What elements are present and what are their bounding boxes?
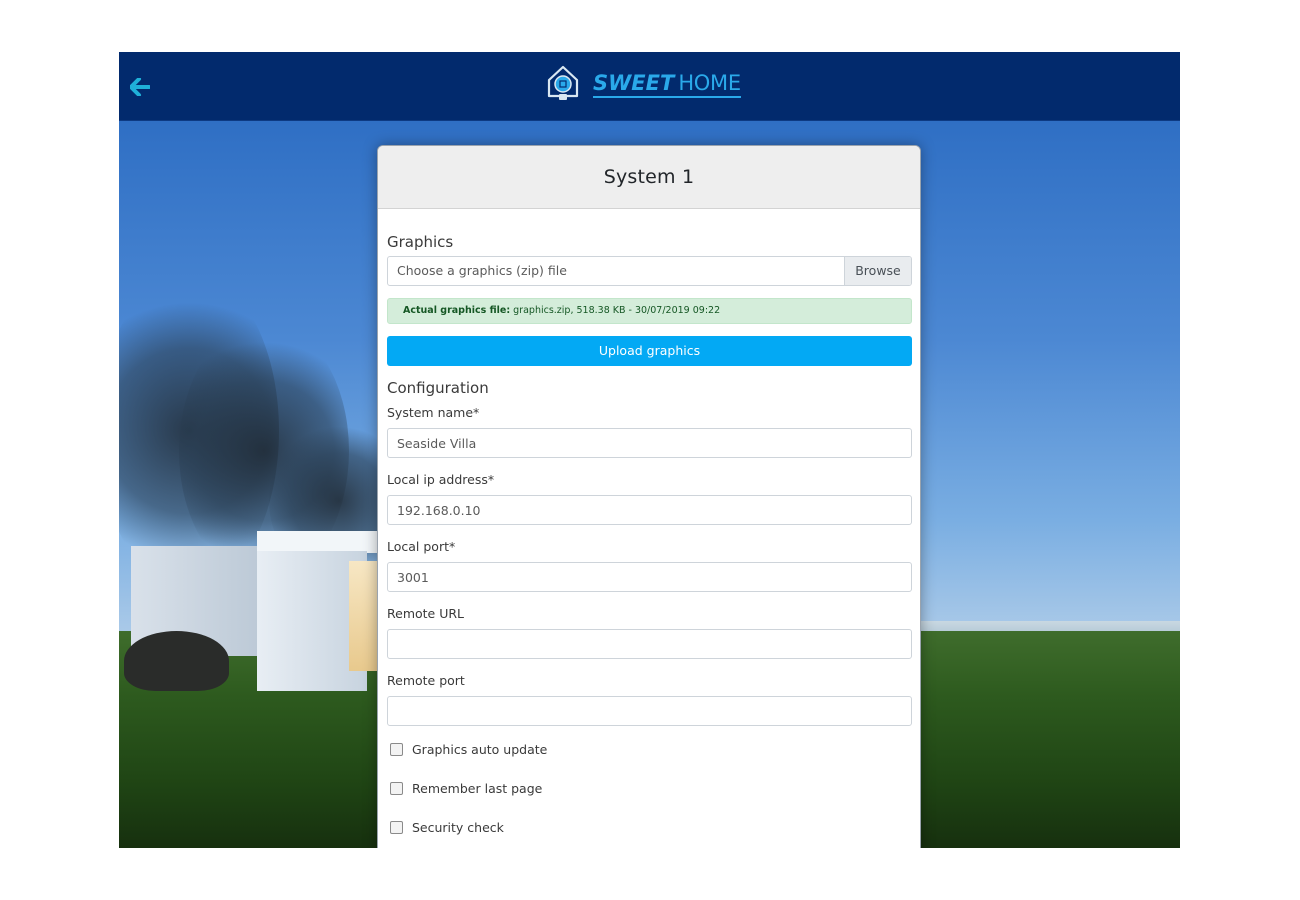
back-button[interactable] [127, 74, 153, 100]
card-header: System 1 [378, 146, 920, 209]
app-window: SWEET HOME System 1 Graphics Choose a gra… [119, 52, 1180, 848]
local-port-label: Local port* [387, 539, 456, 554]
logo: SWEET HOME [545, 64, 741, 104]
top-bar: SWEET HOME [119, 52, 1180, 121]
actual-graphics-value: graphics.zip, 518.38 KB - 30/07/2019 09:… [513, 305, 721, 316]
house-bulb-icon [547, 65, 579, 100]
remote-url-label: Remote URL [387, 606, 465, 621]
system-card: System 1 Graphics Choose a graphics (zip… [377, 145, 921, 848]
remote-port-label: Remote port [387, 673, 465, 688]
remember-last-page-checkbox[interactable]: Remember last page [390, 781, 542, 796]
graphics-section-title: Graphics [387, 233, 454, 251]
system-name-label: System name* [387, 405, 480, 420]
checkbox-label: Graphics auto update [412, 742, 548, 757]
local-ip-label: Local ip address* [387, 472, 495, 487]
file-input-placeholder: Choose a graphics (zip) file [397, 263, 567, 278]
browse-button[interactable]: Browse [844, 257, 911, 285]
local-ip-input[interactable] [387, 495, 912, 525]
card-title: System 1 [603, 166, 695, 188]
upload-graphics-button[interactable]: Upload graphics [387, 336, 912, 366]
actual-graphics-alert: Actual graphics file: graphics.zip, 518.… [387, 298, 912, 324]
graphics-auto-update-checkbox[interactable]: Graphics auto update [390, 742, 547, 757]
checkbox-box[interactable] [390, 821, 403, 834]
actual-graphics-label: Actual graphics file: [403, 305, 511, 316]
checkbox-label: Remember last page [412, 781, 543, 796]
arrow-left-icon [130, 78, 150, 96]
system-name-input[interactable] [387, 428, 912, 458]
graphics-file-input[interactable]: Choose a graphics (zip) file Browse [387, 256, 912, 286]
checkbox-box[interactable] [390, 782, 403, 795]
logo-text: SWEET HOME [593, 71, 741, 98]
remote-port-input[interactable] [387, 696, 912, 726]
configuration-section-title: Configuration [387, 379, 489, 397]
checkbox-label: Security check [412, 820, 504, 835]
checkbox-box[interactable] [390, 743, 403, 756]
remote-url-input[interactable] [387, 629, 912, 659]
security-check-checkbox[interactable]: Security check [390, 820, 504, 835]
local-port-input[interactable] [387, 562, 912, 592]
